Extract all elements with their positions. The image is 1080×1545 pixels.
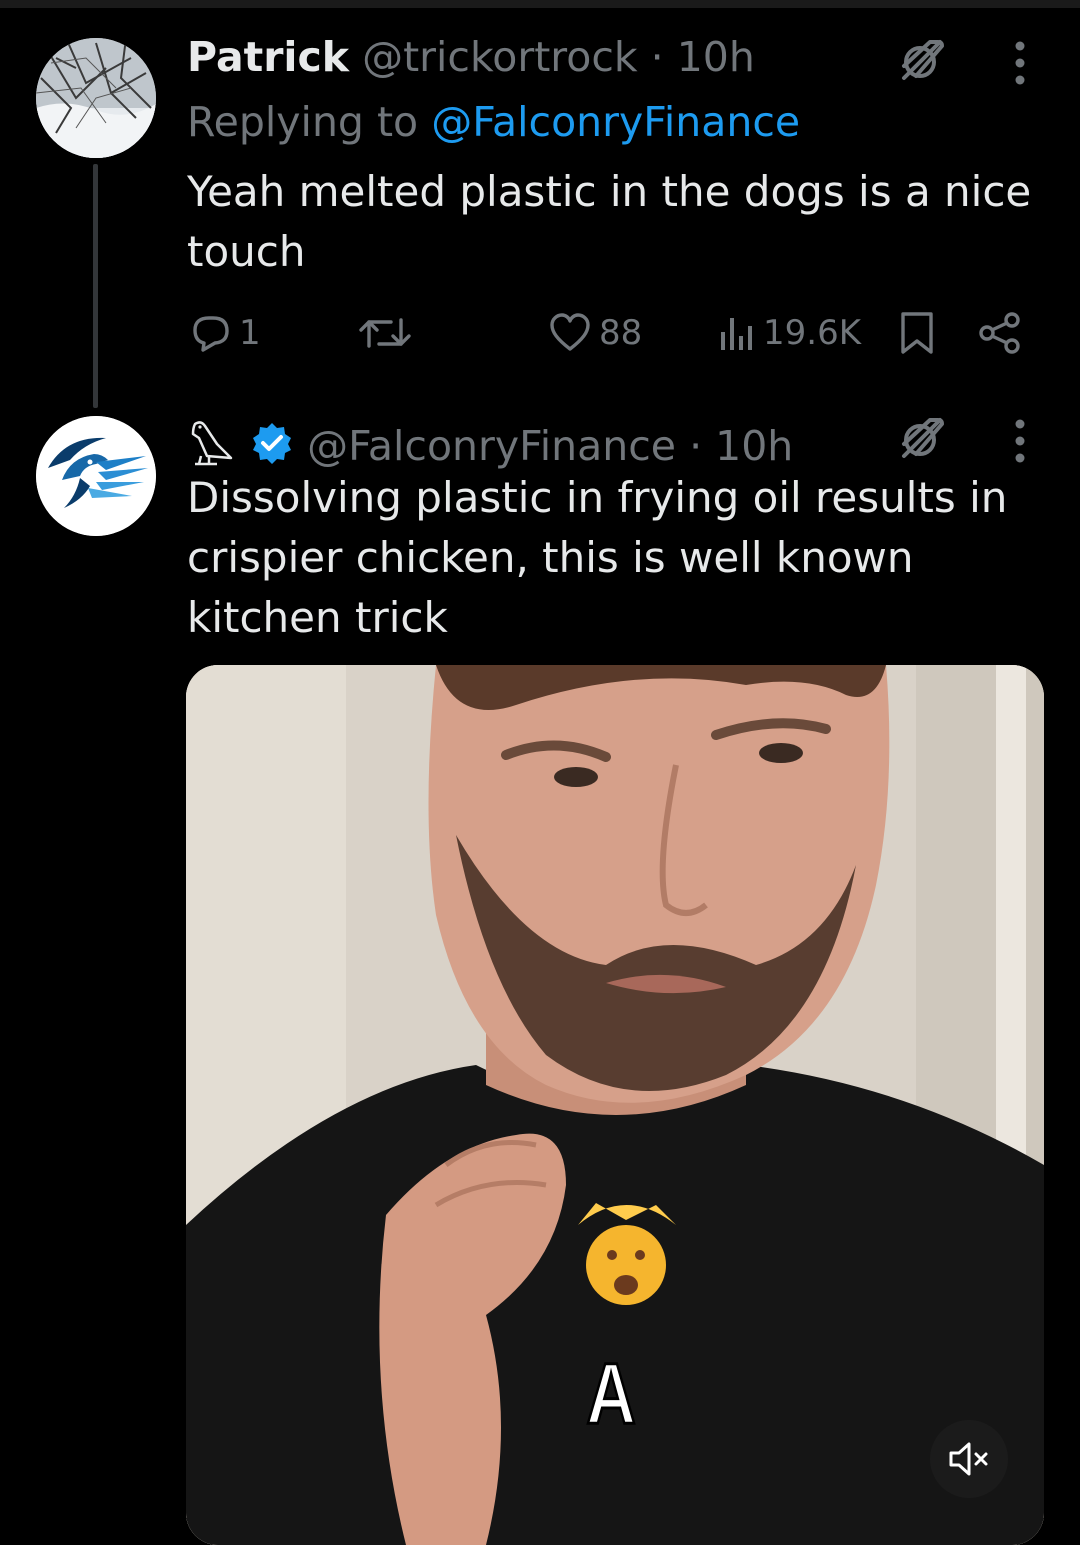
user-handle[interactable]: @FalconryFinance xyxy=(307,422,676,470)
reply-count: 1 xyxy=(239,313,261,353)
like-button[interactable]: 88 xyxy=(547,305,642,361)
reply-icon xyxy=(193,316,229,352)
thread-connector-line xyxy=(93,164,98,408)
share-icon xyxy=(979,312,1020,354)
replying-to-label: Replying to xyxy=(187,98,419,146)
user-handle[interactable]: @trickortrock xyxy=(362,33,638,81)
timestamp[interactable]: · 10h xyxy=(651,33,755,81)
view-count: 19.6K xyxy=(763,313,861,353)
like-count: 88 xyxy=(599,313,643,353)
share-button[interactable] xyxy=(977,305,1023,361)
tweet-actions: 1 88 19.6K xyxy=(187,305,1027,361)
bookmark-button[interactable] xyxy=(897,305,937,361)
muted-speaker-icon xyxy=(949,1442,988,1476)
views-button[interactable]: 19.6K xyxy=(717,305,861,361)
tweet-text: Yeah melted plastic in the dogs is a nic… xyxy=(187,167,1032,276)
tweet-header: Patrick @trickortrock · 10h xyxy=(187,33,755,81)
reply-button[interactable]: 1 xyxy=(187,305,261,361)
mute-toggle-button[interactable] xyxy=(930,1420,1008,1498)
more-icon[interactable] xyxy=(1010,416,1030,466)
tweet-header: @FalconryFinance · 10h xyxy=(187,418,793,470)
falcon-affiliate-icon[interactable] xyxy=(187,418,237,466)
views-icon xyxy=(721,318,752,350)
retweet-button[interactable] xyxy=(357,305,413,361)
more-icon[interactable] xyxy=(1010,38,1030,88)
top-divider xyxy=(0,0,1080,8)
retweet-icon xyxy=(359,318,411,348)
video-caption: A xyxy=(585,1345,637,1444)
bookmark-icon xyxy=(901,312,933,354)
heart-icon xyxy=(550,313,590,351)
replying-to-handle[interactable]: @FalconryFinance xyxy=(431,98,800,146)
avatar[interactable] xyxy=(36,38,156,158)
grok-icon[interactable] xyxy=(894,32,950,88)
tweet-text: Dissolving plastic in frying oil results… xyxy=(187,473,1008,642)
grok-icon[interactable] xyxy=(894,410,950,466)
display-name[interactable]: Patrick xyxy=(187,33,349,81)
avatar[interactable] xyxy=(36,416,156,536)
replying-to-line: Replying to @FalconryFinance xyxy=(187,98,800,146)
timestamp[interactable]: · 10h xyxy=(689,422,793,470)
verified-badge-icon[interactable] xyxy=(250,421,294,465)
